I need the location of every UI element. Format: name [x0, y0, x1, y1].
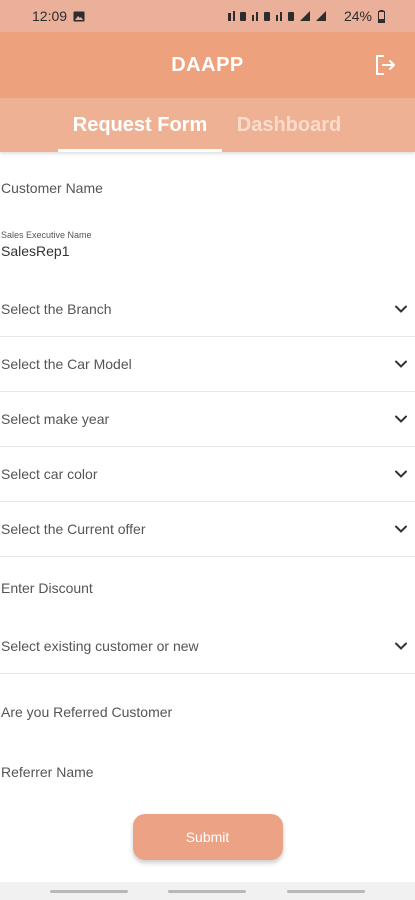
car-model-dropdown-label: Select the Car Model [1, 356, 132, 372]
chevron-down-icon [395, 305, 407, 313]
customer-name-field[interactable]: Customer Name [0, 152, 415, 224]
tab-dashboard[interactable]: Dashboard [222, 98, 356, 152]
branch-dropdown[interactable]: Select the Branch [0, 282, 415, 337]
chevron-down-icon [395, 415, 407, 423]
chevron-down-icon [395, 525, 407, 533]
current-offer-dropdown-label: Select the Current offer [1, 521, 146, 537]
submit-wrap: Submit [0, 814, 415, 860]
submit-button[interactable]: Submit [132, 814, 283, 860]
discount-field[interactable]: Enter Discount [0, 557, 415, 619]
referrer-name-field[interactable]: Referrer Name [0, 749, 415, 794]
status-time: 12:09 [32, 8, 68, 24]
nav-back-button[interactable] [286, 889, 365, 893]
car-color-dropdown-label: Select car color [1, 466, 98, 482]
request-form: Customer Name Sales Executive Name Sales… [0, 152, 415, 794]
tab-request-form[interactable]: Request Form [58, 98, 222, 152]
signal-icons [227, 11, 326, 21]
nav-recents-button[interactable] [50, 889, 129, 893]
existing-customer-dropdown-label: Select existing customer or new [1, 638, 199, 654]
chevron-down-icon [395, 642, 407, 650]
app-bar: DAAPP [0, 32, 415, 98]
car-color-dropdown[interactable]: Select car color [0, 447, 415, 502]
branch-dropdown-label: Select the Branch [1, 301, 112, 317]
status-bar: 12:09 24% [0, 0, 415, 32]
nav-home-button[interactable] [168, 889, 247, 893]
battery-icon [378, 9, 385, 23]
system-nav-bar [0, 882, 415, 900]
image-notification-icon [73, 11, 85, 21]
chevron-down-icon [395, 360, 407, 368]
referred-customer-field[interactable]: Are you Referred Customer [0, 674, 415, 749]
current-offer-dropdown[interactable]: Select the Current offer [0, 502, 415, 557]
sales-executive-label: Sales Executive Name [1, 230, 92, 240]
sales-executive-value: SalesRep1 [1, 243, 70, 259]
car-model-dropdown[interactable]: Select the Car Model [0, 337, 415, 392]
make-year-dropdown-label: Select make year [1, 411, 110, 427]
chevron-down-icon [395, 470, 407, 478]
battery-text: 24% [343, 8, 372, 24]
status-left: 12:09 [32, 8, 85, 24]
tab-bar: Request Form Dashboard [0, 98, 415, 152]
status-right: 24% [227, 8, 385, 24]
make-year-dropdown[interactable]: Select make year [0, 392, 415, 447]
logout-button[interactable] [371, 51, 399, 79]
existing-customer-dropdown[interactable]: Select existing customer or new [0, 619, 415, 674]
logout-icon [376, 55, 395, 75]
app-title: DAAPP [171, 53, 244, 76]
sales-executive-field: Sales Executive Name SalesRep1 [0, 230, 415, 272]
